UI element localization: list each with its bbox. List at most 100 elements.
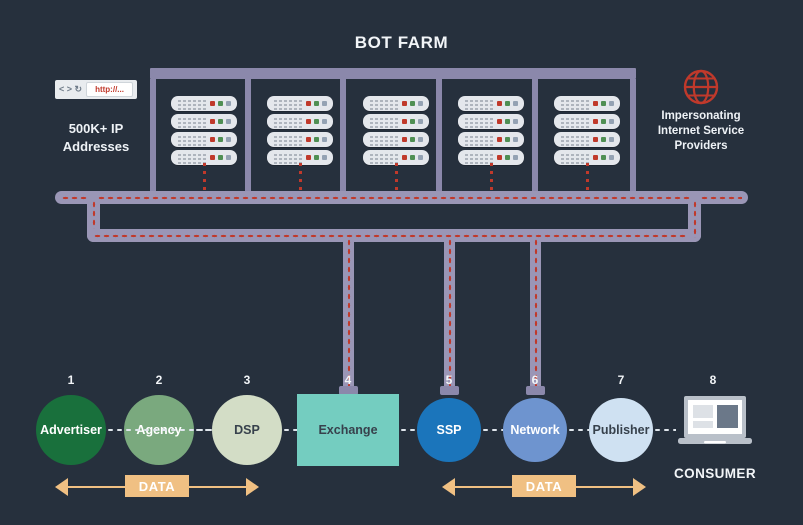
led-blue: [513, 137, 518, 142]
server-unit: [267, 114, 333, 129]
server-rack: [458, 96, 524, 168]
rack-post: [150, 79, 156, 194]
server-status-leds: [306, 101, 327, 106]
server-status-leds: [210, 101, 231, 106]
led-green: [505, 101, 510, 106]
server-vent-icon: [561, 118, 591, 128]
browser-address-bar[interactable]: < > ↻ http://...: [55, 80, 137, 99]
led-blue: [418, 137, 423, 142]
node-connector: [194, 428, 212, 432]
server-vent-icon: [370, 154, 400, 164]
led-red: [593, 101, 598, 106]
data-arrow-left: DATA: [55, 474, 259, 500]
node-ssp[interactable]: SSP: [417, 398, 481, 462]
server-vent-icon: [274, 154, 304, 164]
server-status-leds: [306, 155, 327, 160]
server-vent-icon: [465, 100, 495, 110]
led-blue: [322, 137, 327, 142]
led-green: [505, 119, 510, 124]
stem-dots: [533, 238, 538, 392]
rack-top-rail: [150, 68, 636, 79]
stem-to-ssp: [444, 238, 455, 392]
node-number-8: 8: [709, 373, 717, 387]
node-exchange[interactable]: Exchange: [297, 394, 399, 466]
led-green: [505, 155, 510, 160]
node-connector: [481, 428, 503, 432]
server-unit: [171, 132, 237, 147]
diagram-canvas: BOT FARM < > ↻ http://... 500K+ IP Addre…: [0, 0, 803, 525]
arrow-head-right-icon: [246, 478, 259, 496]
server-vent-icon: [274, 100, 304, 110]
stem-to-network: [530, 238, 541, 392]
node-number-2: 2: [155, 373, 163, 387]
server-status-leds: [593, 101, 614, 106]
globe-icon: [682, 68, 720, 106]
isp-line-1: Impersonating: [661, 110, 741, 122]
led-blue: [418, 101, 423, 106]
led-red: [402, 119, 407, 124]
server-unit: [554, 132, 620, 147]
bus-dots-top: [61, 195, 742, 200]
server-vent-icon: [561, 100, 591, 110]
led-red: [402, 137, 407, 142]
node-number-5: 5: [445, 373, 453, 387]
led-green: [410, 119, 415, 124]
led-green: [218, 119, 223, 124]
led-blue: [609, 119, 614, 124]
server-unit: [267, 132, 333, 147]
led-green: [218, 155, 223, 160]
led-green: [505, 137, 510, 142]
node-advertiser[interactable]: Advertiser: [36, 395, 106, 465]
stem-foot-network: [526, 386, 545, 395]
led-red: [497, 155, 502, 160]
server-unit: [458, 132, 524, 147]
server-rack: [267, 96, 333, 168]
server-rack: [171, 96, 237, 168]
isp-line-3: Providers: [674, 140, 728, 152]
server-vent-icon: [178, 136, 208, 146]
url-text: http://...: [95, 84, 124, 94]
node-dsp[interactable]: DSP: [212, 395, 282, 465]
rack-post: [532, 79, 538, 194]
server-unit: [554, 114, 620, 129]
bus-bar-top: [55, 191, 748, 204]
node-label: DSP: [234, 423, 260, 437]
led-green: [410, 155, 415, 160]
node-connector: [399, 428, 417, 432]
node-label: Publisher: [592, 423, 650, 437]
led-red: [593, 137, 598, 142]
ip-addresses-label: 500K+ IP Addresses: [30, 120, 162, 156]
rack-traffic-line: [395, 163, 398, 194]
stem-dots: [447, 238, 452, 392]
led-red: [593, 119, 598, 124]
node-publisher[interactable]: Publisher: [589, 398, 653, 462]
stem-foot-ssp: [440, 386, 459, 395]
led-green: [314, 137, 319, 142]
server-status-leds: [402, 155, 423, 160]
rack-traffic-line: [490, 163, 493, 194]
led-blue: [609, 137, 614, 142]
server-status-leds: [593, 155, 614, 160]
bus-bar-bottom: [87, 229, 701, 242]
server-vent-icon: [465, 136, 495, 146]
led-blue: [609, 101, 614, 106]
server-rack: [363, 96, 429, 168]
server-unit: [363, 114, 429, 129]
server-status-leds: [497, 137, 518, 142]
server-rack: [554, 96, 620, 168]
led-red: [593, 155, 598, 160]
led-blue: [226, 119, 231, 124]
bus-dots-bottom: [93, 233, 695, 238]
led-green: [314, 119, 319, 124]
node-network[interactable]: Network: [503, 398, 567, 462]
server-unit: [171, 96, 237, 111]
led-green: [601, 101, 606, 106]
led-green: [314, 155, 319, 160]
server-vent-icon: [561, 136, 591, 146]
led-green: [601, 137, 606, 142]
server-vent-icon: [178, 154, 208, 164]
led-red: [497, 137, 502, 142]
data-label-left: DATA: [125, 475, 189, 497]
url-field[interactable]: http://...: [86, 82, 133, 97]
node-connector: [282, 428, 297, 432]
